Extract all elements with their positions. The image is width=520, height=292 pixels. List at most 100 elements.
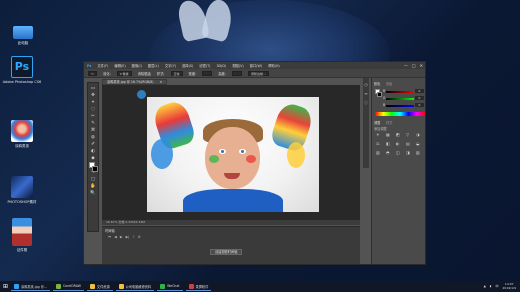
info-icon[interactable]: ⓘ	[364, 100, 368, 106]
windows-start-icon[interactable]: ⊞	[0, 281, 11, 292]
slider-g[interactable]	[386, 98, 414, 100]
taskbar-item-recorder[interactable]: 录屏软件	[185, 282, 212, 291]
close-button[interactable]: ✕	[420, 63, 423, 68]
rectangular-marquee-tool[interactable]: ▭	[90, 86, 97, 92]
selective-color-icon[interactable]: ▧	[416, 150, 424, 155]
color-spectrum-bar[interactable]	[375, 112, 425, 116]
next-frame-icon[interactable]: ▶|	[126, 235, 130, 239]
desktop-icon-ps-materials[interactable]: PHOTOSHOP素材	[0, 176, 44, 205]
menu-image[interactable]: 图像(I)	[132, 63, 142, 68]
clock[interactable]: 14:07 2019/1/9	[503, 282, 516, 290]
panel-background-swatch[interactable]	[377, 92, 382, 97]
curves-icon[interactable]: ◩	[396, 132, 404, 137]
menu-view[interactable]: 视图(V)	[232, 63, 243, 68]
zoom-tool[interactable]: 🔍	[90, 191, 97, 197]
volume-icon[interactable]: ◖	[490, 284, 492, 288]
settings-icon[interactable]: ⚙	[138, 235, 141, 239]
channel-mixer-icon[interactable]: ◒	[416, 141, 424, 146]
clone-stamp-tool[interactable]: ✐	[90, 142, 97, 148]
style-select[interactable]: 正常	[170, 70, 183, 76]
color-balance-icon[interactable]: ⚖	[376, 141, 384, 146]
move-tool[interactable]: ✥	[90, 93, 97, 99]
audio-icon[interactable]: ♪	[132, 235, 134, 239]
menu-edit[interactable]: 编辑(E)	[114, 63, 125, 68]
antialias-checkbox[interactable]: 消除锯齿	[138, 71, 151, 76]
tab-styles[interactable]: 样式	[386, 120, 392, 125]
menu-filter[interactable]: 滤镜(T)	[199, 63, 210, 68]
desktop-icon-image-boy[interactable]: 涂鸦男孩	[0, 120, 44, 149]
hand-tool[interactable]: ✋	[90, 184, 97, 190]
prev-frame-icon[interactable]: ◀	[114, 235, 117, 239]
brightness-icon[interactable]: ☀	[376, 132, 384, 137]
slider-r-value[interactable]: 0	[415, 89, 424, 93]
taskbar-item-coreldraw[interactable]: CorelDRAW	[52, 282, 84, 291]
gradient-map-icon[interactable]: ◨	[406, 150, 414, 155]
slider-b[interactable]	[386, 105, 414, 107]
document-tab-close-icon[interactable]: ×	[160, 80, 163, 84]
brush-tool[interactable]: ◍	[90, 135, 97, 141]
vibrance-icon[interactable]: ◑	[416, 132, 424, 137]
hue-saturation-icon[interactable]: ◧	[386, 141, 394, 146]
lasso-tool[interactable]: ⌖	[90, 100, 97, 106]
slider-b-value[interactable]: 0	[415, 103, 424, 107]
exposure-icon[interactable]: ▽	[406, 132, 414, 137]
height-input[interactable]	[231, 70, 242, 76]
crop-tool[interactable]: ✂	[90, 114, 97, 120]
menu-help[interactable]: 帮助(H)	[268, 63, 280, 68]
desktop-icon-label: 证件照	[16, 248, 28, 252]
invert-icon[interactable]: ▥	[376, 150, 384, 155]
threshold-icon[interactable]: ◫	[396, 150, 404, 155]
gradient-tool[interactable]: ◐	[90, 149, 97, 155]
input-method-icon[interactable]: 中	[496, 284, 499, 288]
marquee-tool-preset-icon[interactable]: ▭	[88, 70, 97, 76]
photoshop-app-icon[interactable]: Ps	[87, 64, 91, 68]
slider-r[interactable]	[386, 91, 414, 93]
eye	[219, 149, 226, 154]
black-white-icon[interactable]: ◐	[396, 141, 404, 146]
height-label: 高度:	[218, 71, 226, 76]
shape-tool[interactable]: ▢	[90, 177, 97, 183]
healing-brush-tool[interactable]: ⌘	[90, 128, 97, 134]
taskbar-item-label: CorelDRAW	[62, 284, 81, 288]
photo-filter-icon[interactable]: ▤	[406, 141, 414, 146]
network-icon[interactable]: ▲	[484, 284, 486, 288]
feather-input[interactable]: 0 像素	[116, 70, 132, 76]
refine-edge-button[interactable]: 调整边缘...	[247, 70, 269, 76]
timeline-tab[interactable]: 时间轴	[105, 228, 115, 233]
menu-3d[interactable]: 3D(D)	[216, 64, 226, 68]
width-input[interactable]	[202, 70, 213, 76]
menu-type[interactable]: 文字(Y)	[165, 63, 176, 68]
properties-icon[interactable]: ≡	[364, 91, 367, 96]
background-color-swatch[interactable]	[92, 166, 98, 172]
eyedropper-tool[interactable]: ✎	[90, 121, 97, 127]
taskbar-item-explorer[interactable]: 文件资源	[86, 282, 113, 291]
maximize-button[interactable]: □	[412, 63, 416, 68]
levels-icon[interactable]: ▦	[386, 132, 394, 137]
menu-window[interactable]: 窗口(W)	[250, 63, 262, 68]
system-tray: ▲ ◖ 中 14:07 2019/1/9	[484, 282, 516, 290]
canvas-area[interactable]	[102, 85, 360, 220]
slider-g-value[interactable]: 0	[415, 96, 424, 100]
desktop-icon-label: Adobe Photoshop CS6	[2, 80, 42, 84]
desktop-icon-this-pc[interactable]: 此电脑	[1, 24, 45, 46]
taskbar-item-wechat[interactable]: WeChat	[157, 282, 183, 291]
desktop-icon-id-photo[interactable]: 证件照	[0, 218, 44, 253]
create-video-timeline-button[interactable]: 创建视频时间轴	[210, 249, 243, 255]
quick-selection-tool[interactable]: ◌	[90, 107, 97, 113]
taskbar-item-folder[interactable]: 公司电脑维修资料	[115, 282, 155, 291]
desktop-icon-photoshop[interactable]: Ps Adobe Photoshop CS6	[0, 56, 44, 84]
eye	[239, 149, 246, 154]
photoshop-window[interactable]: Ps 文件(F) 编辑(E) 图像(I) 图层(L) 文字(Y) 选择(S) 滤…	[83, 61, 426, 265]
history-icon[interactable]: ◷	[364, 82, 368, 87]
minimize-button[interactable]: —	[404, 63, 408, 68]
posterize-icon[interactable]: ◓	[386, 150, 394, 155]
first-frame-icon[interactable]: ⏮	[108, 235, 111, 239]
taskbar-item-photoshop[interactable]: 涂鸦男孩.jpg @...	[11, 282, 50, 291]
tab-color[interactable]: 颜色	[374, 81, 380, 86]
menu-file[interactable]: 文件(F)	[97, 63, 108, 68]
tab-swatches[interactable]: 色板	[386, 81, 392, 86]
menu-layer[interactable]: 图层(L)	[148, 63, 159, 68]
tab-adjustments[interactable]: 调整	[374, 120, 380, 125]
play-icon[interactable]: ▶	[120, 235, 123, 239]
menu-select[interactable]: 选择(S)	[182, 63, 193, 68]
